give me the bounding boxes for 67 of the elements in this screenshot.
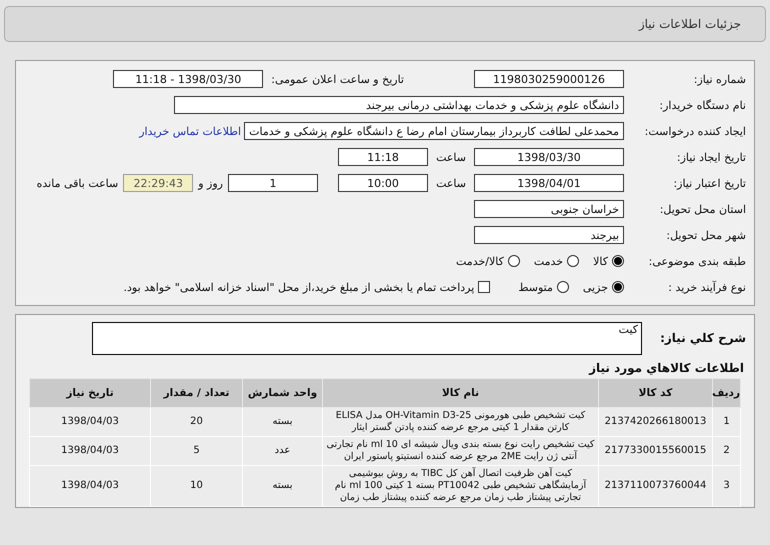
buyer-field: دانشگاه علوم پزشکی و خدمات بهداشتی درمانی بیرجند bbox=[174, 96, 624, 114]
page-title: جزئیات اطلاعات نیاز bbox=[638, 17, 741, 31]
field-label: شهر محل تحویل: bbox=[665, 228, 747, 242]
column-header: واحد شمارش bbox=[242, 378, 322, 408]
name-cell: کیت آهن ظرفیت اتصال آهن کل TIBC به روش بیوشیمی آزمایشگاهی تشخیص طبی PT10042 بسته 1 کیتی 100 ml نام تجارتی پیشتاز طب زمان مرجع عرضه کننده پیشتاز طب زمان bbox=[322, 466, 598, 506]
radio-option[interactable]: خدمت bbox=[534, 254, 580, 268]
row-number-cell: 3 bbox=[712, 466, 740, 506]
time-field: 10:00 bbox=[338, 174, 428, 192]
row-number-cell: 1 bbox=[712, 408, 740, 436]
field-label: شرح کلي نياز: bbox=[659, 331, 747, 345]
field-label: استان محل تحویل: bbox=[658, 202, 747, 216]
unit-cell: عدد bbox=[242, 436, 322, 466]
radio-option[interactable]: کالا/خدمت bbox=[456, 254, 520, 268]
city-field: بیرجند bbox=[474, 226, 624, 244]
row-number-cell: 2 bbox=[712, 436, 740, 466]
quantity-cell: 5 bbox=[150, 436, 242, 466]
field-label: تاریخ اعتبار نیاز: bbox=[672, 176, 747, 190]
date-cell: 1398/04/03 bbox=[30, 436, 150, 466]
column-header: نام کالا bbox=[322, 378, 598, 408]
radio-option[interactable]: کالا bbox=[593, 254, 624, 268]
radio-button[interactable] bbox=[508, 255, 520, 267]
field-label: طبقه بندی موضوعی: bbox=[648, 254, 747, 268]
field-label: تاریخ و ساعت اعلان عمومی: bbox=[270, 72, 405, 86]
radio-option[interactable]: متوسط bbox=[518, 280, 569, 294]
announce-date-field: 1398/03/30 - 11:18 bbox=[113, 70, 264, 88]
radio-button[interactable] bbox=[556, 281, 569, 293]
field-label: روز و bbox=[196, 176, 224, 190]
section-title: اطلاعات کالاهاي مورد نياز bbox=[588, 360, 745, 377]
date-cell: 1398/04/03 bbox=[30, 408, 150, 436]
radio-button[interactable] bbox=[612, 255, 624, 267]
radio-button[interactable] bbox=[612, 281, 624, 293]
field-label: تاریخ ایجاد نیاز: bbox=[676, 150, 747, 164]
description-field: کیت bbox=[92, 322, 642, 354]
field-label: نوع فرآیند خرید : bbox=[667, 280, 747, 294]
column-header: کد کالا bbox=[598, 378, 712, 408]
province-field: خراسان جنوبی bbox=[474, 200, 624, 218]
countdown-field: 22:29:43 bbox=[123, 174, 194, 192]
column-header: ردیف bbox=[712, 378, 740, 408]
field-label: ساعت bbox=[435, 176, 467, 190]
need-number-field: 1198030259000126 bbox=[474, 70, 624, 88]
column-header: تاریخ نیاز bbox=[30, 378, 150, 408]
days-field: 1 bbox=[228, 174, 318, 192]
name-cell: کیت تشخیص رایت نوع بسته بندی ویال شیشه ای 10 ml نام تجارتی آنتی ژن رایت 2ME مرجع عرضه کننده انستیتو پاستور ایران bbox=[322, 436, 598, 466]
unit-cell: بسته bbox=[242, 466, 322, 506]
field-label: شماره نیاز: bbox=[692, 72, 747, 86]
name-cell: کیت تشخیص طبی هورمونی OH-Vitamin D3-25 مدل ELISA کارتن مقدار 1 کیتی مرجع عرضه کننده پادتن گستر ایثار bbox=[322, 408, 598, 436]
quantity-cell: 10 bbox=[150, 466, 242, 506]
unit-cell: بسته bbox=[242, 408, 322, 436]
date-field: 1398/04/01 bbox=[474, 174, 624, 192]
quantity-cell: 20 bbox=[150, 408, 242, 436]
code-cell: 2177330015560015 bbox=[598, 436, 712, 466]
radio-button[interactable] bbox=[567, 255, 580, 267]
field-label: نام دستگاه خریدار: bbox=[658, 98, 747, 112]
checkbox-label: پرداخت تمام یا بخشی از مبلغ خرید،از محل "اسناد خزانه اسلامی" خواهد بود. bbox=[124, 280, 474, 294]
field-label: ایجاد کننده درخواست: bbox=[644, 124, 747, 138]
code-cell: 2137110073760044 bbox=[598, 466, 712, 506]
field-label: ساعت باقی مانده bbox=[36, 176, 120, 190]
date-field: 1398/03/30 bbox=[474, 148, 624, 166]
field-label: ساعت bbox=[435, 150, 467, 164]
time-field: 11:18 bbox=[338, 148, 428, 166]
buyer-contact-link[interactable]: اطلاعات تماس خریدار bbox=[139, 124, 244, 138]
checkbox[interactable] bbox=[478, 281, 490, 293]
radio-option[interactable]: جزیی bbox=[582, 280, 624, 294]
column-header: تعداد / مقدار bbox=[150, 378, 242, 408]
creator-field: محمدعلی لطافت کاربرداز بیمارستان امام رضا ع دانشگاه علوم پزشکی و خدمات bbox=[244, 122, 624, 140]
date-cell: 1398/04/03 bbox=[30, 466, 150, 506]
code-cell: 2137420266180013 bbox=[598, 408, 712, 436]
